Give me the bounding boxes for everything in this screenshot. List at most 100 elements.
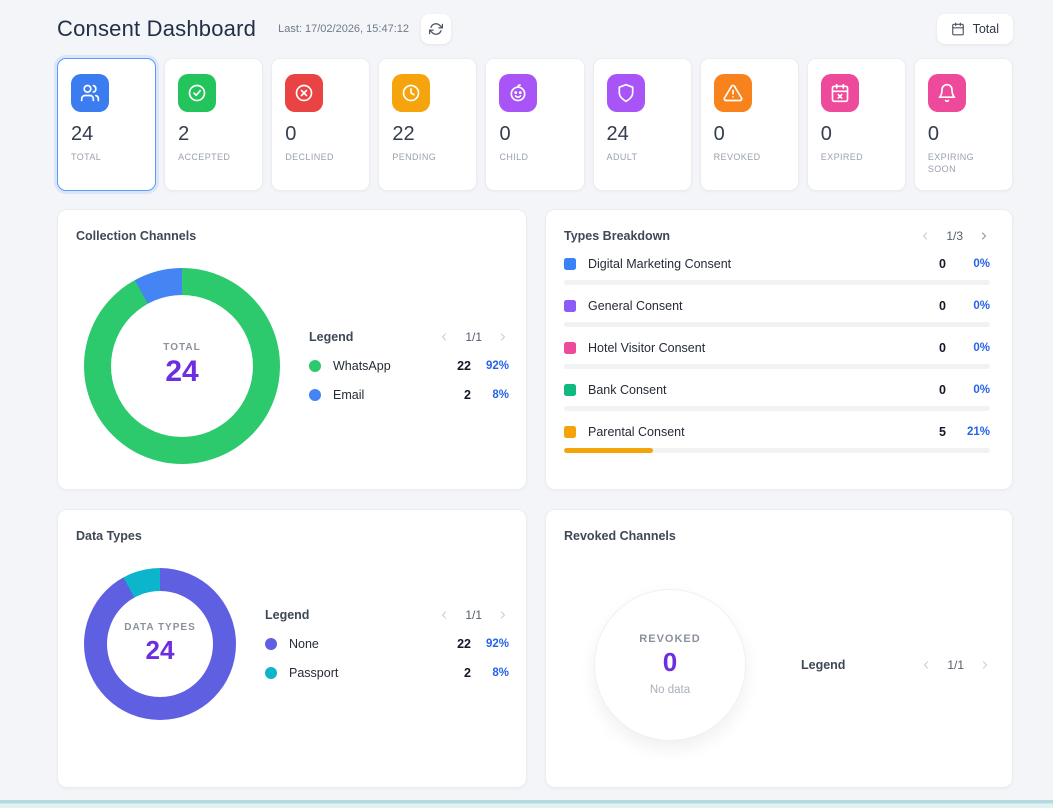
breakdown-swatch <box>564 258 576 270</box>
stat-value: 24 <box>71 123 142 146</box>
bottom-accent-strip <box>0 800 1053 808</box>
legend-item-passport[interactable]: Passport 2 8% <box>265 666 509 680</box>
page-header: Consent Dashboard Last: 17/02/2026, 15:4… <box>0 0 1053 46</box>
stat-value: 0 <box>714 123 785 146</box>
legend-dot <box>309 360 321 372</box>
types-breakdown-page-indicator: 1/3 <box>946 229 963 243</box>
stat-label: ACCEPTED <box>178 151 249 163</box>
legend-item-name: WhatsApp <box>333 359 391 373</box>
breakdown-progress-track <box>564 364 990 369</box>
legend-item-name: Email <box>333 388 364 402</box>
stat-label: ADULT <box>607 151 678 163</box>
legend-item-percent: 92% <box>471 360 509 372</box>
stat-card-total[interactable]: 24 TOTAL <box>57 58 156 191</box>
breakdown-swatch <box>564 384 576 396</box>
users-icon <box>71 74 109 112</box>
calendar-icon <box>951 22 965 36</box>
stat-card-revoked[interactable]: 0 REVOKED <box>700 58 799 191</box>
breakdown-progress-track <box>564 322 990 327</box>
period-total-button[interactable]: Total <box>937 14 1013 44</box>
panels-grid: Collection Channels TOTAL 24 Legend 1/1 <box>57 209 1013 788</box>
legend-item-value: 22 <box>457 359 471 373</box>
breakdown-name: Digital Marketing Consent <box>588 257 731 271</box>
warning-icon <box>714 74 752 112</box>
legend-page-indicator: 1/1 <box>947 658 964 672</box>
donut-center-label: TOTAL <box>163 342 200 353</box>
breakdown-percent: 0% <box>946 258 990 270</box>
types-breakdown-pager: 1/3 <box>919 229 990 243</box>
breakdown-row: General Consent 0 0% <box>564 299 990 327</box>
breakdown-percent: 0% <box>946 384 990 396</box>
chevron-left-icon[interactable] <box>438 331 450 343</box>
stat-card-expired[interactable]: 0 EXPIRED <box>807 58 906 191</box>
collection-channels-donut-chart[interactable]: TOTAL 24 <box>84 268 280 464</box>
revoked-channels-legend: Legend 1/1 <box>801 658 991 672</box>
donut-center: TOTAL 24 <box>111 295 253 437</box>
legend-dot <box>309 389 321 401</box>
legend-dot <box>265 638 277 650</box>
stat-label: TOTAL <box>71 151 142 163</box>
donut-center: DATA TYPES 24 <box>107 591 213 697</box>
breakdown-name: Hotel Visitor Consent <box>588 341 705 355</box>
collection-channels-legend: Legend 1/1 WhatsApp 22 92% Email <box>309 330 509 402</box>
breakdown-value: 0 <box>939 299 946 313</box>
data-types-donut-chart[interactable]: DATA TYPES 24 <box>84 568 236 720</box>
breakdown-swatch <box>564 342 576 354</box>
stat-card-pending[interactable]: 22 PENDING <box>378 58 477 191</box>
legend-page-indicator: 1/1 <box>465 608 482 622</box>
stat-value: 0 <box>821 123 892 146</box>
breakdown-progress-track <box>564 406 990 411</box>
breakdown-percent: 0% <box>946 342 990 354</box>
chevron-left-icon[interactable] <box>920 659 932 671</box>
legend-dot <box>265 667 277 679</box>
stat-value: 0 <box>285 123 356 146</box>
donut-center-label: DATA TYPES <box>124 622 195 633</box>
legend-pager: 1/1 <box>438 608 509 622</box>
chevron-left-icon[interactable] <box>919 230 931 242</box>
legend-item-value: 2 <box>464 388 471 402</box>
chevron-right-icon[interactable] <box>978 230 990 242</box>
legend-title: Legend <box>309 330 353 344</box>
x-circle-icon <box>285 74 323 112</box>
stat-label: EXPIRED <box>821 151 892 163</box>
chevron-right-icon[interactable] <box>979 659 991 671</box>
chevron-right-icon[interactable] <box>497 609 509 621</box>
last-updated-timestamp: Last: 17/02/2026, 15:47:12 <box>278 23 409 35</box>
legend-title: Legend <box>265 608 309 622</box>
revoked-channels-panel: Revoked Channels REVOKED 0 No data Legen… <box>545 509 1013 788</box>
stat-label: PENDING <box>392 151 463 163</box>
stat-card-declined[interactable]: 0 DECLINED <box>271 58 370 191</box>
legend-page-indicator: 1/1 <box>465 330 482 344</box>
revoked-center-value: 0 <box>663 647 677 678</box>
stat-label: EXPIRING SOON <box>928 151 999 175</box>
breakdown-progress-fill <box>564 448 653 453</box>
page-title: Consent Dashboard <box>57 16 256 42</box>
legend-item-email[interactable]: Email 2 8% <box>309 388 509 402</box>
data-types-legend: Legend 1/1 None 22 92% Passport <box>265 608 509 680</box>
breakdown-row: Bank Consent 0 0% <box>564 383 990 411</box>
legend-item-name: Passport <box>289 666 338 680</box>
revoked-empty-donut: REVOKED 0 No data <box>595 590 745 740</box>
legend-item-none[interactable]: None 22 92% <box>265 637 509 651</box>
period-button-label: Total <box>973 22 999 36</box>
refresh-button[interactable] <box>421 14 451 44</box>
stat-card-child[interactable]: 0 CHILD <box>485 58 584 191</box>
chevron-right-icon[interactable] <box>497 331 509 343</box>
stat-card-adult[interactable]: 24 ADULT <box>593 58 692 191</box>
legend-title: Legend <box>801 658 845 672</box>
breakdown-row: Hotel Visitor Consent 0 0% <box>564 341 990 369</box>
breakdown-value: 0 <box>939 383 946 397</box>
breakdown-progress-track <box>564 280 990 285</box>
stat-card-accepted[interactable]: 2 ACCEPTED <box>164 58 263 191</box>
breakdown-row: Digital Marketing Consent 0 0% <box>564 257 990 285</box>
stat-label: REVOKED <box>714 151 785 163</box>
stat-card-expiring-soon[interactable]: 0 EXPIRING SOON <box>914 58 1013 191</box>
legend-item-percent: 92% <box>471 638 509 650</box>
donut-center-value: 24 <box>146 635 175 666</box>
stat-value: 0 <box>499 123 570 146</box>
chevron-left-icon[interactable] <box>438 609 450 621</box>
legend-item-whatsapp[interactable]: WhatsApp 22 92% <box>309 359 509 373</box>
stat-label: DECLINED <box>285 151 356 163</box>
breakdown-name: Parental Consent <box>588 425 685 439</box>
legend-item-name: None <box>289 637 319 651</box>
